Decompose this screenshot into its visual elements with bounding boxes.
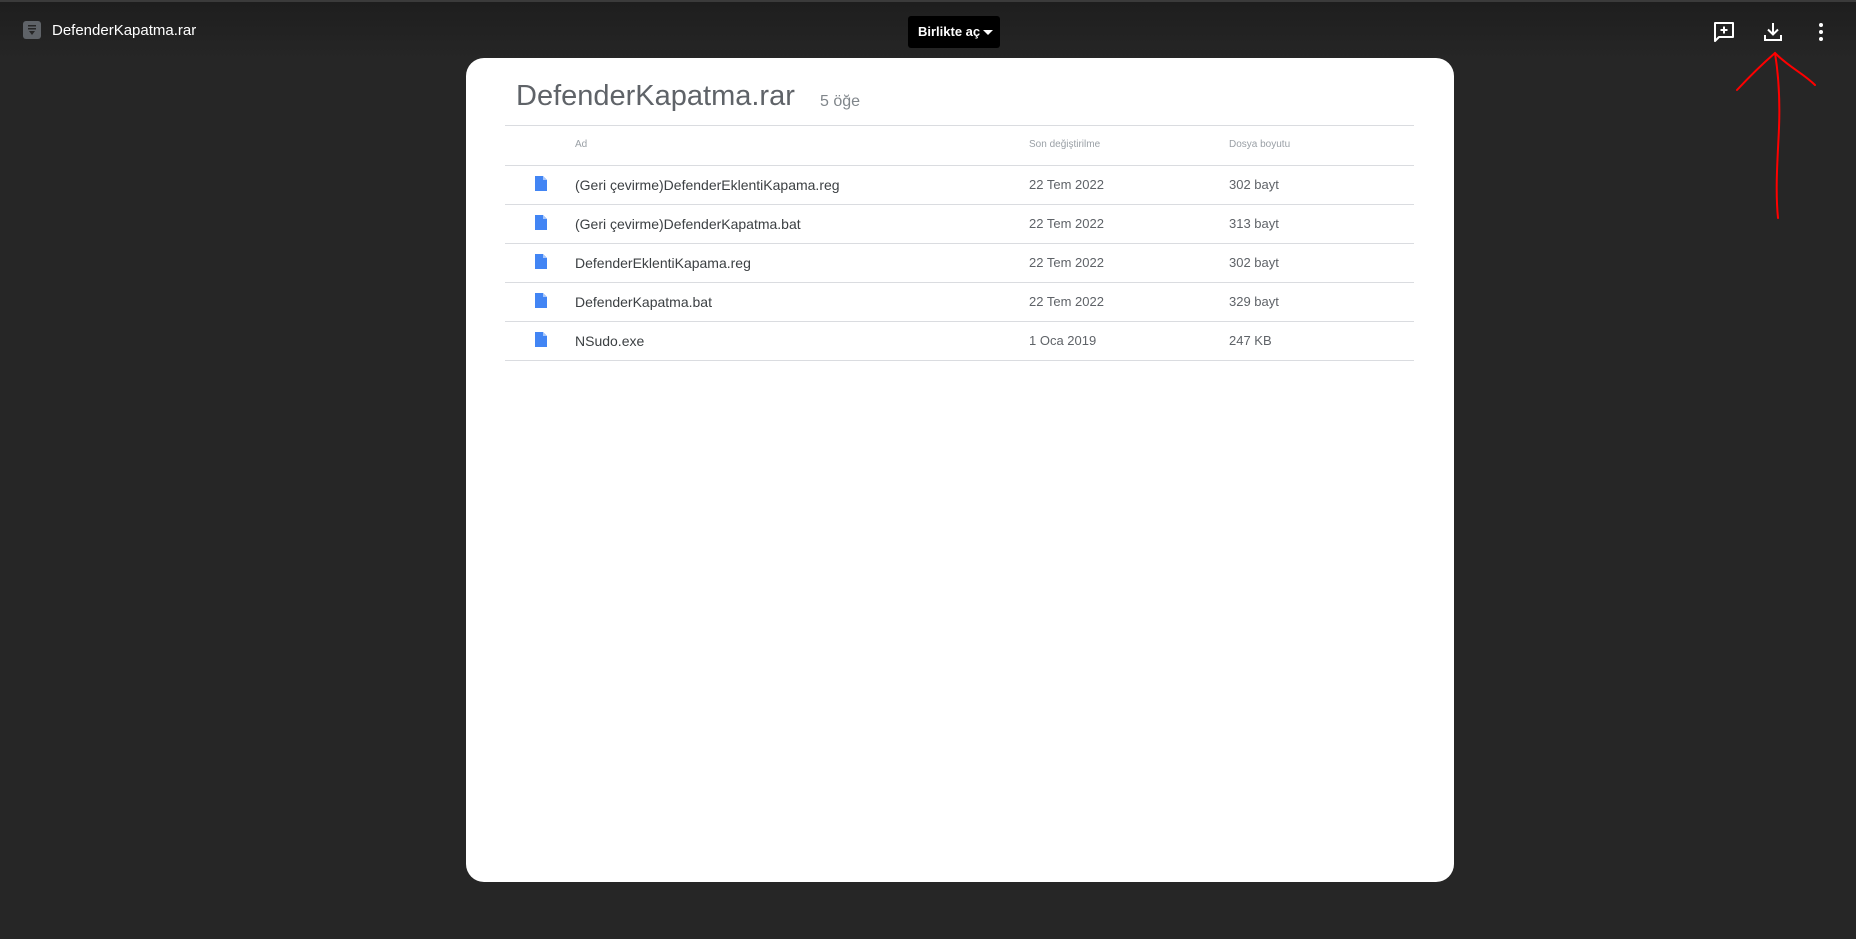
document-file-icon (535, 332, 547, 347)
file-name: DefenderKapatma.bat (575, 294, 712, 310)
document-file-icon (535, 293, 547, 308)
document-file-icon (535, 215, 547, 230)
more-vert-icon[interactable] (1809, 20, 1833, 44)
item-count: 5 öğe (820, 93, 861, 110)
file-size: 302 bayt (1229, 177, 1279, 192)
download-icon[interactable] (1761, 20, 1785, 44)
column-header-modified[interactable]: Son değiştirilme (1029, 139, 1100, 150)
document-file-icon (535, 176, 547, 191)
file-name: (Geri çevirme)DefenderKapatma.bat (575, 216, 801, 232)
red-arrow-annotation (1736, 51, 1816, 219)
file-modified: 22 Tem 2022 (1029, 216, 1104, 231)
file-size: 302 bayt (1229, 255, 1279, 270)
file-name: DefenderEklentiKapama.reg (575, 255, 751, 271)
file-modified: 22 Tem 2022 (1029, 294, 1104, 309)
table-header: Ad Son değiştirilme Dosya boyutu (505, 126, 1414, 166)
file-modified: 22 Tem 2022 (1029, 177, 1104, 192)
add-comment-icon[interactable] (1712, 20, 1736, 44)
table-row[interactable]: DefenderEklentiKapama.reg 22 Tem 2022 30… (505, 244, 1414, 283)
table-row[interactable]: (Geri çevirme)DefenderEklentiKapama.reg … (505, 166, 1414, 205)
column-header-size[interactable]: Dosya boyutu (1229, 139, 1290, 150)
table-row[interactable]: DefenderKapatma.bat 22 Tem 2022 329 bayt (505, 283, 1414, 322)
file-size: 313 bayt (1229, 216, 1279, 231)
file-table: Ad Son değiştirilme Dosya boyutu (Geri ç… (505, 125, 1414, 361)
file-type-icon (23, 21, 41, 39)
app-title: DefenderKapatma.rar (52, 22, 197, 39)
open-with-label: Birlikte aç (918, 24, 981, 39)
archive-title: DefenderKapatma.rar (516, 80, 795, 112)
open-with-button[interactable]: Birlikte aç (908, 16, 1000, 48)
table-row[interactable]: NSudo.exe 1 Oca 2019 247 KB (505, 322, 1414, 361)
table-row[interactable]: (Geri çevirme)DefenderKapatma.bat 22 Tem… (505, 205, 1414, 244)
file-size: 329 bayt (1229, 294, 1279, 309)
file-name: (Geri çevirme)DefenderEklentiKapama.reg (575, 177, 840, 193)
viewer-top-bar: DefenderKapatma.rar Birlikte aç (0, 2, 1856, 60)
file-name: NSudo.exe (575, 333, 645, 349)
chevron-down-icon (983, 30, 993, 35)
file-size: 247 KB (1229, 333, 1272, 348)
archive-viewer-card: DefenderKapatma.rar 5 öğe Ad Son değişti… (466, 58, 1454, 882)
file-modified: 22 Tem 2022 (1029, 255, 1104, 270)
column-header-name[interactable]: Ad (575, 139, 587, 150)
document-file-icon (535, 254, 547, 269)
file-modified: 1 Oca 2019 (1029, 333, 1097, 348)
